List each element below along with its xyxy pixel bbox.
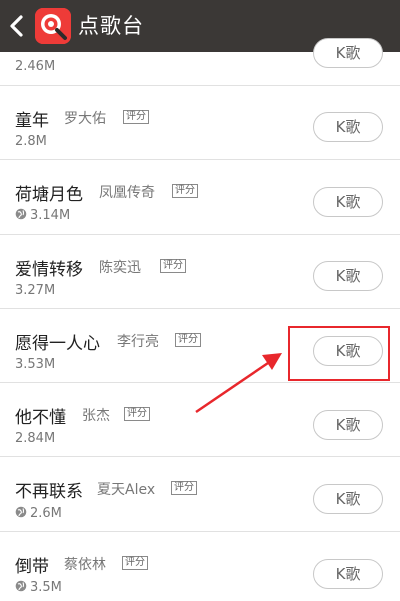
song-title: 童年	[15, 111, 49, 131]
song-artist: 夏天Alex	[97, 482, 156, 498]
song-title: 荷塘月色	[15, 185, 83, 205]
k-sing-button[interactable]: K歌	[313, 112, 383, 142]
song-artist: 蔡依林	[64, 557, 106, 573]
rating-badge: 评分	[160, 259, 186, 273]
song-artist: 罗大佑	[64, 111, 106, 127]
song-title: 愿得一人心	[15, 334, 100, 354]
k-sing-button[interactable]: K歌	[313, 559, 383, 589]
song-title: 倒带	[15, 557, 49, 577]
song-size: 2.46M	[15, 59, 56, 74]
globe-icon	[15, 580, 27, 592]
page-title: 点歌台	[78, 14, 144, 38]
k-sing-button[interactable]: K歌	[313, 410, 383, 440]
song-artist: 凤凰传奇	[99, 185, 155, 201]
singing-app-icon	[35, 8, 71, 44]
rating-badge: 评分	[171, 481, 197, 495]
song-size-row: 2.6M	[15, 506, 62, 521]
song-size: 2.8M	[15, 134, 47, 149]
song-row[interactable]: 童年 罗大佑 评分 2.8M K歌	[0, 86, 400, 160]
k-sing-button[interactable]: K歌	[313, 484, 383, 514]
song-size: 3.14M	[30, 208, 71, 223]
song-size: 3.5M	[30, 580, 62, 595]
rating-badge: 评分	[172, 184, 198, 198]
song-size: 3.27M	[15, 283, 56, 298]
globe-icon	[15, 208, 27, 220]
song-artist: 张杰	[82, 408, 110, 424]
song-size-row: 3.5M	[15, 580, 62, 595]
song-title: 爱情转移	[15, 260, 83, 280]
song-row[interactable]: 荷塘月色 凤凰传奇 评分 3.14M K歌	[0, 160, 400, 235]
globe-icon	[15, 506, 27, 518]
back-arrow-icon[interactable]	[4, 11, 30, 41]
rating-badge: 评分	[175, 333, 201, 347]
highlight-box	[288, 326, 390, 381]
song-title: 他不懂	[15, 408, 66, 428]
song-size-row: 3.14M	[15, 208, 70, 223]
song-size: 2.84M	[15, 431, 56, 446]
k-sing-button[interactable]: K歌	[313, 261, 383, 291]
song-artist: 陈奕迅	[99, 260, 141, 276]
k-sing-button[interactable]: K歌	[313, 187, 383, 217]
rating-badge: 评分	[123, 110, 149, 124]
song-size: 2.6M	[30, 506, 62, 521]
song-title: 不再联系	[15, 482, 83, 502]
song-row[interactable]: 爱情转移 陈奕迅 评分 3.27M K歌	[0, 235, 400, 309]
song-row[interactable]: 倒带 蔡依林 评分 3.5M K歌	[0, 532, 400, 601]
song-row[interactable]: 不再联系 夏天Alex 评分 2.6M K歌	[0, 457, 400, 532]
song-row[interactable]: 他不懂 张杰 评分 2.84M K歌	[0, 383, 400, 457]
song-row[interactable]: 2.46M K歌	[0, 38, 400, 86]
k-sing-button[interactable]: K歌	[313, 38, 383, 68]
song-artist: 李行亮	[117, 334, 159, 350]
rating-badge: 评分	[124, 407, 150, 421]
song-size: 3.53M	[15, 357, 56, 372]
rating-badge: 评分	[122, 556, 148, 570]
